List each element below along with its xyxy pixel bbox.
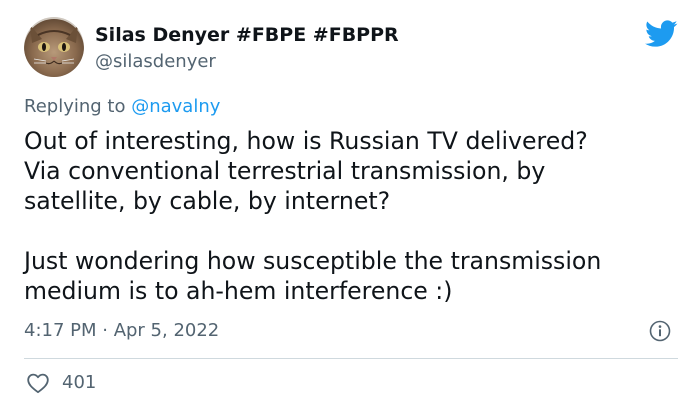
tweet-line: satellite, by cable, by internet?	[24, 187, 391, 215]
like-count: 401	[62, 372, 97, 393]
cat-avatar-image	[24, 17, 84, 77]
like-button[interactable]: 401	[26, 371, 96, 395]
reply-context: Replying to @navalny	[24, 95, 220, 119]
reply-prefix: Replying to	[24, 96, 126, 117]
tweet-timestamp[interactable]: 4:17 PM · Apr 5, 2022	[24, 319, 219, 343]
tweet-card: Silas Denyer #FBPE #FBPPR @silasdenyer R…	[0, 0, 700, 410]
author-handle[interactable]: @silasdenyer	[95, 50, 216, 74]
tweet-text: Out of interesting, how is Russian TV de…	[24, 126, 664, 306]
reply-target-link[interactable]: @navalny	[131, 96, 220, 117]
tweet-line: medium is to ah-hem interference :)	[24, 277, 453, 305]
heart-icon	[27, 373, 49, 394]
tweet-line: Just wondering how susceptible the trans…	[24, 247, 602, 275]
avatar[interactable]	[24, 17, 84, 77]
twitter-bird-icon[interactable]	[645, 20, 678, 48]
tweet-line: Out of interesting, how is Russian TV de…	[24, 127, 588, 155]
tweet-line: Via conventional terrestrial transmissio…	[24, 157, 546, 185]
info-icon[interactable]	[649, 320, 671, 342]
author-display-name[interactable]: Silas Denyer #FBPE #FBPPR	[95, 22, 399, 48]
divider	[24, 358, 678, 359]
